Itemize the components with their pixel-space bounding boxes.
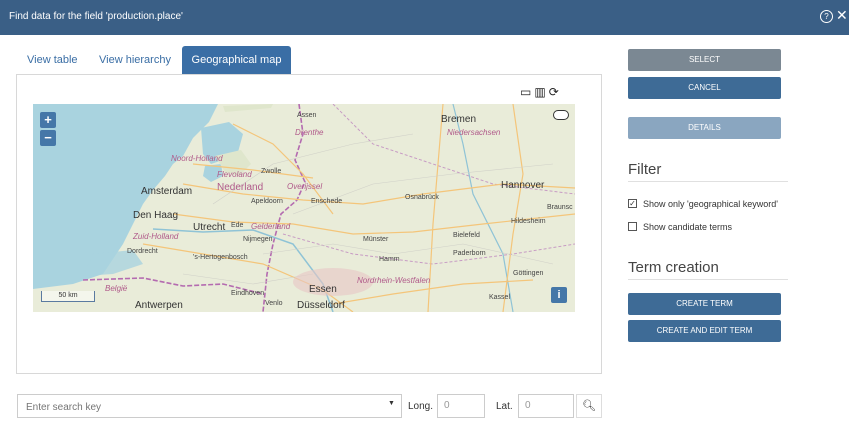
zoom-in-button[interactable]: +: [40, 112, 56, 128]
window-title: Find data for the field 'production.plac…: [9, 11, 183, 22]
map-label-zuid-holland: Zuid-Holland: [133, 232, 179, 241]
divider: [628, 279, 788, 280]
map-label-noord-holland: Noord-Holland: [171, 154, 223, 163]
zoom-out-button[interactable]: −: [40, 130, 56, 146]
map-label-bremen: Bremen: [441, 114, 477, 125]
map-label-flevoland: Flevoland: [217, 170, 252, 179]
latitude-label: Lat.: [496, 401, 513, 412]
road-a5: [427, 104, 444, 312]
latitude-input[interactable]: 0: [518, 394, 574, 418]
wadden-islands: [223, 104, 273, 112]
map-icon[interactable]: ▥: [534, 85, 545, 99]
map-label-ede: Ede: [231, 222, 244, 229]
map-label-gottingen: Göttingen: [513, 270, 544, 277]
info-button[interactable]: i: [551, 287, 567, 303]
map-label-osnabruck: Osnabrück: [405, 194, 439, 201]
candidate-terms-label: Show candidate terms: [643, 222, 733, 232]
map-label-nordrhein: Nordrhein-Westfalen: [357, 276, 431, 285]
title-bar: Find data for the field 'production.plac…: [0, 0, 849, 35]
map-label-zwolle: Zwolle: [261, 168, 282, 175]
map-label-nederland: Nederland: [217, 182, 264, 193]
tab-geographical-map[interactable]: Geographical map: [182, 46, 291, 74]
map-label-essen: Essen: [309, 284, 337, 295]
candidate-terms-checkbox[interactable]: [628, 222, 637, 231]
map-label-utrecht: Utrecht: [193, 222, 226, 233]
filter-heading: Filter: [628, 161, 662, 178]
map-label-hamm: Hamm: [379, 256, 400, 263]
map-label-bielefeld: Bielefeld: [453, 232, 480, 239]
map-label-braunschweig: Braunsc: [547, 204, 573, 211]
divider: [628, 181, 788, 182]
select-button[interactable]: SELECT: [628, 49, 781, 71]
map-label-den-haag: Den Haag: [133, 210, 179, 221]
map-label-venlo: Venlo: [265, 300, 283, 307]
map-label-belgie: België: [105, 284, 128, 293]
create-and-edit-term-button[interactable]: CREATE AND EDIT TERM: [628, 320, 781, 342]
map-label-amsterdam: Amsterdam: [141, 186, 193, 197]
search-icon: 🔍︎: [582, 400, 596, 412]
search-field: ▼: [17, 394, 402, 418]
search-input[interactable]: [24, 396, 378, 418]
chevron-down-icon[interactable]: ▼: [388, 400, 395, 407]
map-label-drenthe: Drenthe: [295, 128, 324, 137]
map-label-apeldoorn: Apeldoorn: [251, 198, 283, 205]
help-icon[interactable]: ?: [820, 10, 833, 23]
create-term-button[interactable]: CREATE TERM: [628, 293, 781, 315]
scale-bar: 50 km: [41, 291, 95, 302]
map-label-hildesheim: Hildesheim: [511, 218, 546, 225]
tab-view-hierarchy[interactable]: View hierarchy: [88, 46, 189, 74]
map-label-munster: Münster: [363, 236, 389, 243]
fullscreen-toggle[interactable]: [553, 110, 569, 120]
map-label-niedersachsen: Niedersachsen: [447, 128, 501, 137]
longitude-label: Long.: [408, 401, 434, 412]
term-creation-heading: Term creation: [628, 259, 719, 276]
details-button[interactable]: DETAILS: [628, 117, 781, 139]
geo-keyword-checkbox[interactable]: ✓: [628, 199, 637, 208]
close-icon[interactable]: ✕: [836, 7, 848, 23]
refresh-icon[interactable]: ⟳: [549, 85, 559, 99]
map-label-assen: Assen: [297, 112, 317, 119]
map-label-paderborn: Paderborn: [453, 250, 486, 257]
geo-keyword-label: Show only 'geographical keyword': [643, 199, 779, 209]
map-label-hannover: Hannover: [501, 180, 545, 191]
map-label-hertogenbosch: 's-Hertogenbosch: [193, 254, 248, 261]
map-label-kassel: Kassel: [489, 294, 511, 301]
map-label-antwerpen: Antwerpen: [135, 300, 183, 311]
map-label-enschede: Enschede: [311, 198, 343, 205]
search-button[interactable]: 🔍︎: [576, 394, 602, 418]
geographical-map[interactable]: + − i 50 km Assen Bremen Drenthe Nieders…: [33, 104, 575, 312]
map-label-dordrecht: Dordrecht: [127, 248, 158, 255]
cancel-button[interactable]: CANCEL: [628, 77, 781, 99]
map-label-nijmegen: Nijmegen: [243, 236, 273, 243]
map-label-gelderland: Gelderland: [251, 222, 291, 231]
map-label-dusseldorf: Düsseldorf: [297, 300, 345, 311]
map-label-overijssel: Overijssel: [287, 182, 323, 191]
longitude-input[interactable]: 0: [437, 394, 485, 418]
tab-view-table[interactable]: View table: [16, 46, 97, 74]
map-toolbar: ▭ ▥ ⟳: [520, 85, 562, 99]
layers-icon[interactable]: ▭: [520, 85, 531, 99]
map-label-eindhoven: Eindhoven: [231, 290, 265, 297]
